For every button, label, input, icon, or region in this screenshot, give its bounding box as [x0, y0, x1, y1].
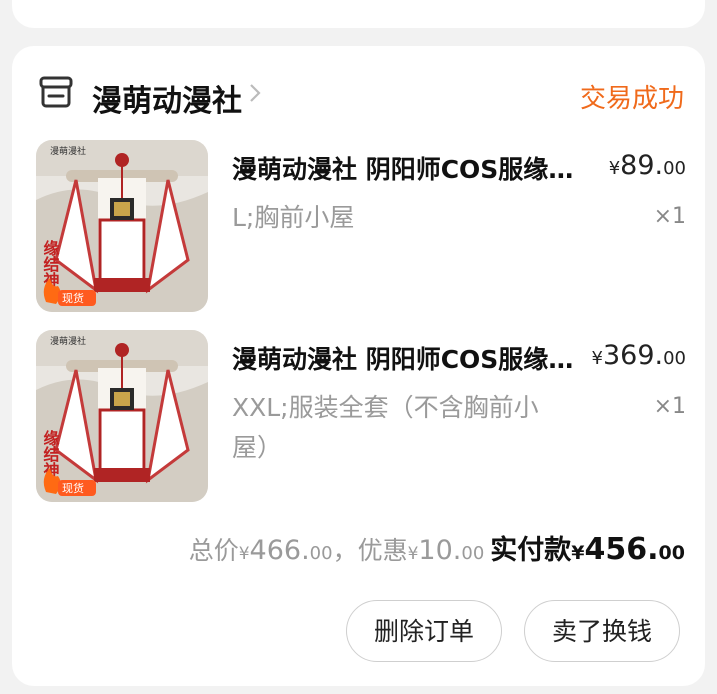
- paid-currency: ¥: [571, 542, 585, 564]
- item-spec: L;胸前小屋: [232, 203, 355, 232]
- summary-separator: ，: [332, 536, 358, 565]
- discount-currency: ¥: [407, 544, 419, 564]
- total-currency: ¥: [238, 544, 250, 564]
- price-decimal: 00: [663, 348, 686, 369]
- paid-decimal: 00: [658, 542, 685, 564]
- order-card: 漫萌动漫社 交易成功 缘结神 漫萌漫社 现货 漫萌动漫社 阴阳师COS服缘结 L…: [12, 46, 705, 686]
- price-currency: ¥: [608, 158, 621, 179]
- item-title[interactable]: 漫萌动漫社 阴阳师COS服缘结神cos服缘结...: [232, 150, 592, 186]
- total-label: 总价: [188, 536, 239, 565]
- order-item[interactable]: 缘结神 漫萌漫社 现货 漫萌动漫社 阴阳师COS服缘结神cos服缘结... L;…: [36, 140, 686, 312]
- shop-header[interactable]: 漫萌动漫社 交易成功: [36, 68, 686, 119]
- chevron-right-icon: [250, 84, 261, 102]
- discount-integer: 10.: [418, 535, 462, 566]
- product-thumbnail[interactable]: 缘结神 漫萌漫社 现货: [36, 330, 208, 502]
- sell-item-button[interactable]: 卖了换钱: [524, 600, 680, 662]
- paid-label: 实付款: [490, 535, 572, 566]
- thumbnail-top-text: 漫萌漫社: [50, 145, 86, 157]
- item-title[interactable]: 漫萌动漫社 阴阳师COS服缘结神cos服...: [232, 340, 592, 376]
- total-integer: 466.: [249, 535, 310, 566]
- in-stock-badge: 现货: [62, 481, 84, 495]
- order-summary: 总价¥466.00，优惠¥10.00 实付款¥456.00: [189, 528, 685, 567]
- price-decimal: 00: [663, 158, 686, 179]
- paid-integer: 456.: [584, 532, 659, 567]
- product-thumbnail[interactable]: 缘结神 漫萌漫社 现货: [36, 140, 208, 312]
- thumbnail-top-text: 漫萌漫社: [50, 335, 86, 347]
- store-icon: [39, 76, 73, 108]
- item-quantity: ×1: [653, 204, 686, 229]
- price-integer: 369.: [602, 340, 664, 371]
- order-status: 交易成功: [579, 84, 684, 114]
- price-integer: 89.: [620, 150, 664, 181]
- shop-name[interactable]: 漫萌动漫社: [92, 76, 242, 120]
- item-price: ¥369.00: [592, 340, 686, 371]
- discount-decimal: 00: [461, 543, 485, 564]
- in-stock-badge: 现货: [62, 291, 84, 305]
- price-currency: ¥: [591, 348, 603, 369]
- order-item[interactable]: 缘结神 漫萌漫社 现货 漫萌动漫社 阴阳师COS服缘结神cos服... XXL;…: [36, 330, 686, 502]
- item-quantity: ×1: [653, 394, 686, 419]
- total-decimal: 00: [309, 543, 333, 564]
- discount-label: 优惠: [357, 536, 408, 565]
- item-spec: XXL;服装全套（不含胸前小屋）: [232, 393, 539, 462]
- item-price: ¥89.00: [609, 150, 686, 181]
- delete-order-button[interactable]: 删除订单: [346, 600, 502, 662]
- previous-order-card: [12, 0, 705, 28]
